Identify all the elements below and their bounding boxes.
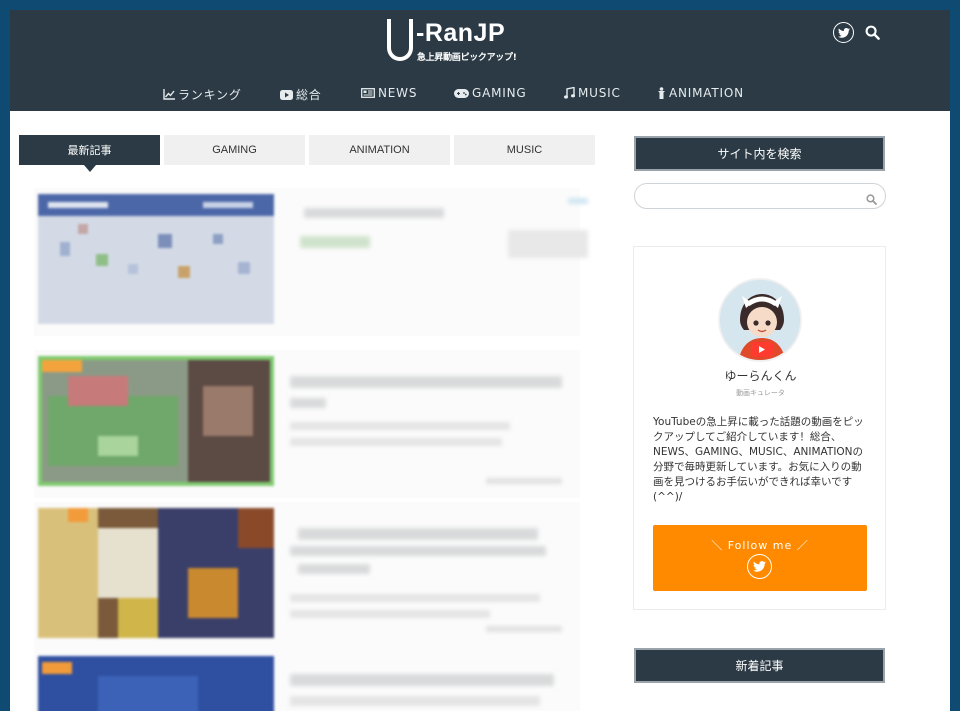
search-icon[interactable] — [862, 22, 883, 43]
tab-music[interactable]: MUSIC — [454, 135, 595, 165]
article-thumbnail — [38, 194, 274, 324]
nav-item-news[interactable]: NEWS — [361, 86, 417, 100]
gamepad-icon — [454, 88, 469, 98]
article-card[interactable] — [34, 188, 588, 336]
new-articles-heading: 新着記事 — [634, 648, 885, 683]
logo-title: -RanJP — [416, 19, 506, 47]
nav-item-sougou[interactable]: 総合 — [280, 86, 322, 103]
profile-name: ゆーらんくん — [724, 369, 797, 383]
logo-tagline: 急上昇動画ピックアップ! — [417, 53, 517, 63]
article-card[interactable] — [34, 650, 580, 711]
nav-item-label: GAMING — [472, 86, 527, 100]
search-input[interactable] — [634, 183, 886, 209]
follow-me-button[interactable]: ＼ Follow me ／ — [653, 525, 867, 591]
article-card[interactable] — [34, 350, 580, 498]
nav-item-gaming[interactable]: GAMING — [454, 86, 526, 100]
site-header: -RanJP 急上昇動画ピックアップ! ランキング 総合 NEWS GAMING… — [10, 10, 950, 111]
logo-u-mark — [387, 17, 413, 61]
nav-item-label: MUSIC — [578, 86, 621, 100]
page: -RanJP 急上昇動画ピックアップ! ランキング 総合 NEWS GAMING… — [10, 10, 950, 711]
profile-widget: ゆーらんくん 動画キュレータ YouTubeの急上昇に載った話題の動画をピックア… — [633, 246, 886, 610]
sidebar-search-heading: サイト内を検索 — [634, 136, 885, 171]
article-thumbnail — [38, 656, 274, 711]
twitter-icon[interactable] — [747, 554, 772, 579]
active-tab-indicator — [84, 165, 96, 172]
nav-item-label: NEWS — [378, 86, 418, 100]
nav-item-ranking[interactable]: ランキング — [163, 86, 242, 103]
nav-item-music[interactable]: MUSIC — [564, 86, 621, 100]
nav-item-label: ANIMATION — [669, 86, 744, 100]
tab-gaming[interactable]: GAMING — [164, 135, 305, 165]
figure-icon — [658, 87, 665, 99]
tab-animation[interactable]: ANIMATION — [309, 135, 450, 165]
profile-role: 動画キュレータ — [736, 389, 785, 397]
site-logo[interactable]: -RanJP 急上昇動画ピックアップ! — [387, 17, 527, 73]
music-note-icon — [564, 87, 575, 99]
article-thumbnail — [38, 508, 274, 638]
nav-item-animation[interactable]: ANIMATION — [657, 86, 744, 100]
main-nav: ランキング 総合 NEWS GAMING MUSIC ANIMATION — [10, 86, 950, 106]
twitter-icon[interactable] — [833, 22, 854, 43]
nav-item-label: ランキング — [178, 88, 242, 102]
nav-item-label: 総合 — [296, 88, 322, 102]
follow-label: ＼ Follow me ／ — [711, 539, 809, 552]
article-card[interactable] — [34, 502, 580, 650]
tab-latest[interactable]: 最新記事 — [19, 135, 160, 165]
profile-description: YouTubeの急上昇に載った話題の動画をピックアップしてご紹介しています！総合… — [653, 416, 864, 503]
search-icon[interactable] — [866, 190, 877, 209]
article-thumbnail — [38, 356, 274, 486]
avatar — [718, 278, 802, 362]
newspaper-icon — [361, 88, 375, 98]
chart-line-icon — [163, 89, 175, 100]
youtube-icon — [280, 89, 293, 100]
